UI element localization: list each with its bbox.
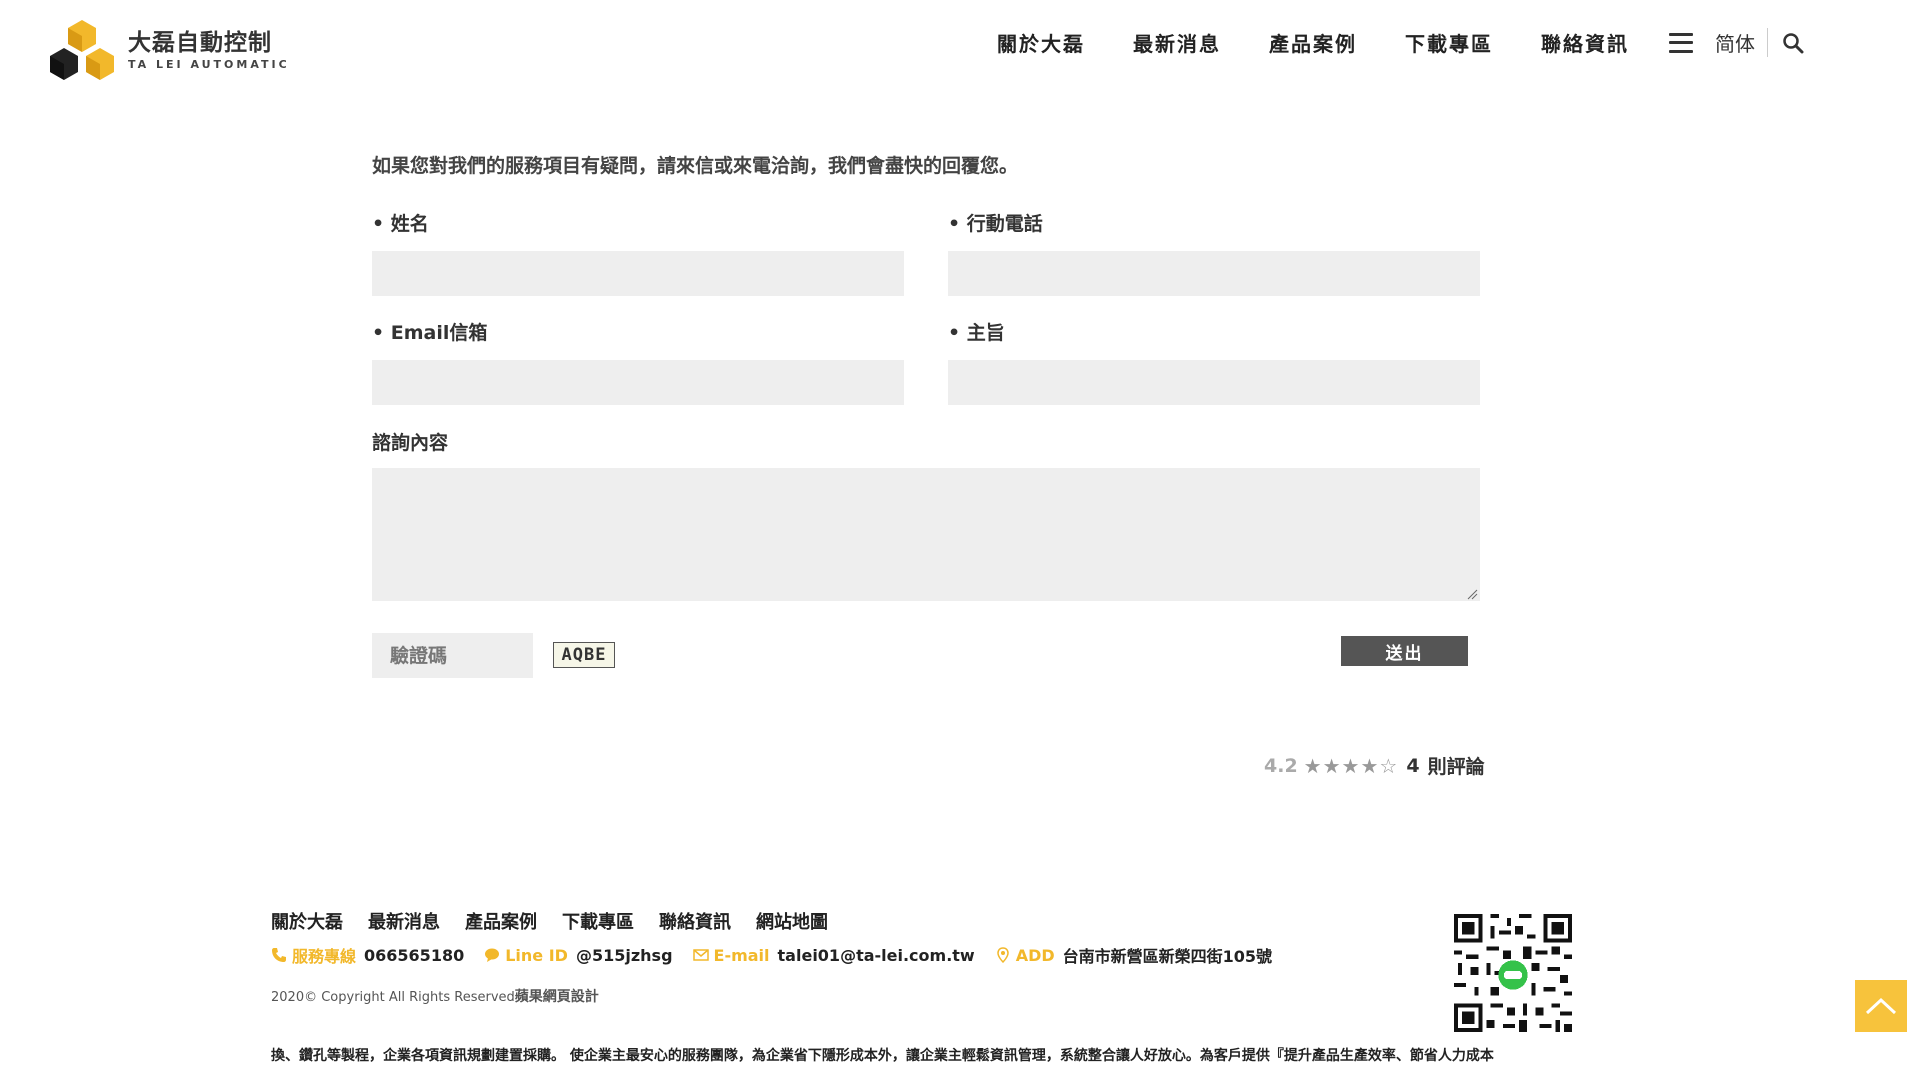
logo-mark-icon (50, 20, 114, 80)
phone-icon (272, 948, 286, 962)
rating-summary: 4.2 ★ ★ ★ ★ ☆ 4 則評論 (1264, 752, 1485, 779)
name-label: • 姓名 (372, 213, 429, 235)
content-textarea[interactable] (372, 468, 1480, 601)
line-value[interactable]: @515jzhsg (576, 946, 673, 965)
resize-grip-icon[interactable] (1466, 588, 1478, 600)
main-nav: 關於大磊 最新消息 產品案例 下載專區 聯絡資訊 简体 (997, 28, 1804, 57)
phone-label: • 行動電話 (948, 213, 1043, 235)
nav-products[interactable]: 產品案例 (1269, 28, 1357, 57)
review-unit[interactable]: 則評論 (1428, 752, 1485, 779)
copyright: 2020© Copyright All Rights Reserved蘋果網頁設… (271, 986, 599, 1006)
chevron-up-icon (1865, 997, 1897, 1015)
nav-about[interactable]: 關於大磊 (997, 28, 1085, 57)
footer-nav-contact[interactable]: 聯絡資訊 (659, 908, 731, 934)
footer-nav: 關於大磊 最新消息 產品案例 下載專區 聯絡資訊 網站地圖 (271, 908, 853, 934)
email-value[interactable]: talei01@ta-lei.com.tw (778, 946, 975, 965)
content-label: 諮詢內容 (372, 432, 449, 454)
footer-nav-news[interactable]: 最新消息 (368, 908, 440, 934)
back-to-top-button[interactable] (1855, 980, 1907, 1032)
rating-stars: ★ ★ ★ ★ ☆ (1304, 754, 1399, 778)
designer-link[interactable]: 蘋果網頁設計 (515, 989, 599, 1005)
nav-news[interactable]: 最新消息 (1133, 28, 1221, 57)
hamburger-menu-icon[interactable] (1669, 32, 1693, 53)
footer-nav-sitemap[interactable]: 網站地圖 (756, 908, 828, 934)
phone-input[interactable] (948, 251, 1480, 296)
nav-downloads[interactable]: 下載專區 (1405, 28, 1493, 57)
captcha-image[interactable]: AQBE (553, 642, 615, 668)
subject-label: • 主旨 (948, 322, 1005, 344)
form-intro: 如果您對我們的服務項目有疑問，請來信或來電洽詢，我們會盡快的回覆您。 (372, 155, 1019, 177)
nav-contact[interactable]: 聯絡資訊 (1541, 28, 1629, 57)
logo-title: 大磊自動控制 (128, 29, 272, 56)
star-icon: ★ (1303, 753, 1322, 778)
footer-contact: 服務專線 066565180 Line ID @515jzhsg E-mail … (271, 943, 1292, 967)
address-value: 台南市新營區新榮四街105號 (1062, 947, 1273, 966)
star-outline-icon: ☆ (1379, 753, 1398, 778)
name-input[interactable] (372, 251, 904, 296)
map-pin-icon (996, 947, 1009, 963)
line-label: Line ID (505, 945, 568, 965)
logo-subtitle: TA LEI AUTOMATIC (128, 57, 290, 71)
site-header: 大磊自動控制 TA LEI AUTOMATIC 關於大磊 最新消息 產品案例 下… (0, 0, 1920, 95)
email-input[interactable] (372, 360, 904, 405)
star-icon: ★ (1341, 753, 1360, 778)
rating-score: 4.2 (1264, 754, 1298, 777)
chat-bubble-icon (485, 948, 500, 962)
address-label: ADD (1015, 945, 1055, 965)
language-switch[interactable]: 简体 (1715, 28, 1768, 57)
qr-code-icon (1454, 914, 1572, 1032)
phone-value[interactable]: 066565180 (364, 946, 464, 965)
footer-marquee: 換、鑽孔等製程，企業各項資訊規劃建置採購。 使企業主最安心的服務團隊，為企業省下… (271, 1048, 1494, 1064)
copyright-text: 2020© Copyright All Rights Reserved (271, 990, 515, 1005)
search-icon[interactable] (1782, 32, 1804, 54)
subject-input[interactable] (948, 360, 1480, 405)
email-label: • Email信箱 (372, 322, 488, 344)
star-icon: ★ (1322, 753, 1341, 778)
footer-nav-about[interactable]: 關於大磊 (271, 908, 343, 934)
phone-label: 服務專線 (292, 947, 357, 966)
submit-button[interactable]: 送出 (1341, 636, 1468, 666)
email-label: E-mail (713, 945, 770, 965)
footer-nav-downloads[interactable]: 下載專區 (562, 908, 634, 934)
footer-nav-products[interactable]: 產品案例 (465, 908, 537, 934)
envelope-icon (692, 949, 709, 961)
star-icon: ★ (1360, 753, 1379, 778)
captcha-input[interactable] (372, 633, 533, 678)
site-logo[interactable]: 大磊自動控制 TA LEI AUTOMATIC (50, 18, 290, 82)
review-count: 4 (1406, 754, 1420, 777)
